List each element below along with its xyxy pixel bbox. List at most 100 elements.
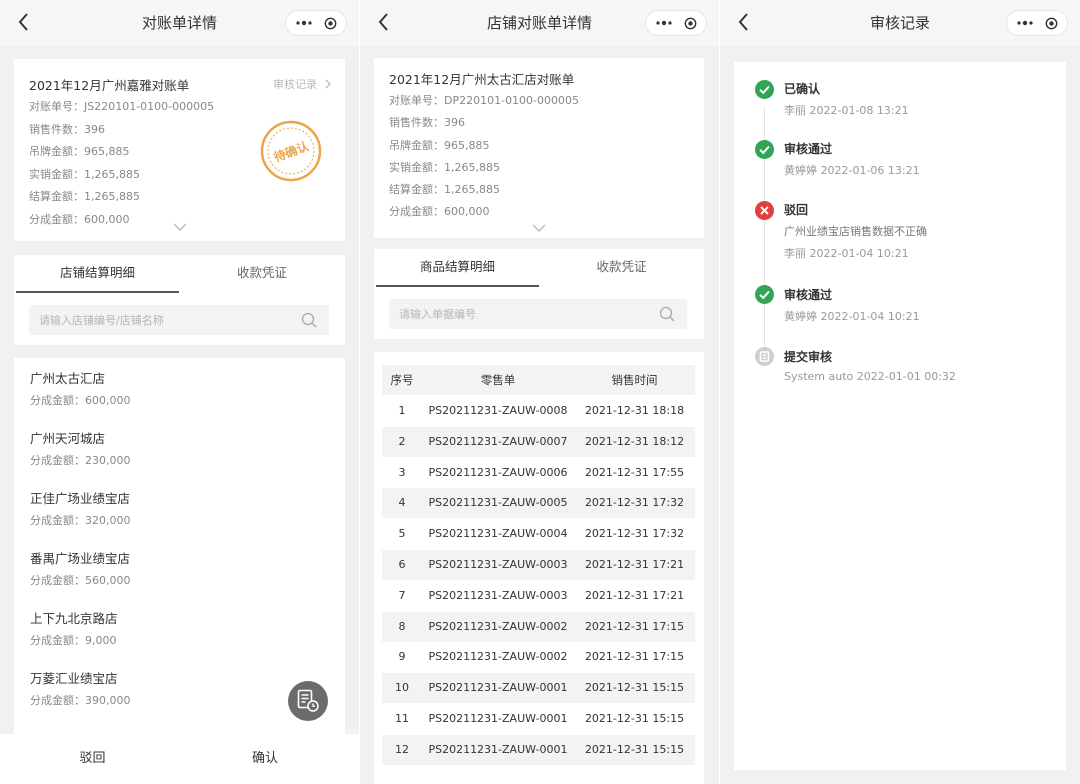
record-meta: System auto 2022-01-01 00:32 (784, 370, 956, 383)
store-name: 上下九北京路店 (30, 611, 118, 626)
table-row[interactable]: 11 PS20211231-ZAUW-0001 2021-12-31 15:15 (382, 704, 695, 734)
close-target-icon[interactable] (684, 17, 697, 30)
tab-receipt-voucher[interactable]: 收款凭证 (539, 249, 704, 287)
cell-sales-time: 2021-12-31 15:15 (584, 712, 685, 725)
table-header-row: 序号 零售单 销售时间 (382, 365, 695, 395)
table-row[interactable]: 7 PS20211231-ZAUW-0003 2021-12-31 17:21 (382, 581, 695, 611)
cell-index: 7 (398, 589, 406, 602)
table-row[interactable]: 2 PS20211231-ZAUW-0007 2021-12-31 18:12 (382, 427, 695, 457)
close-target-icon[interactable] (324, 17, 337, 30)
cell-sales-time: 2021-12-31 17:15 (584, 650, 685, 663)
tab-receipt-voucher[interactable]: 收款凭证 (179, 255, 345, 293)
cell-sales-time: 2021-12-31 18:12 (584, 435, 685, 448)
page-title: 对账单详情 (141, 14, 217, 32)
table-row[interactable]: 4 PS20211231-ZAUW-0005 2021-12-31 17:32 (382, 488, 695, 518)
record-meta: 李丽 2022-01-04 10:21 (784, 247, 909, 260)
check-circle-icon (755, 285, 774, 304)
tag-amount: 吊牌金额：965,885 (389, 139, 490, 152)
record-title: 审核通过 (784, 142, 833, 156)
search-placeholder: 请输入单据编号 (399, 308, 476, 321)
mini-program-capsule (1006, 10, 1068, 36)
cell-index: 10 (395, 681, 409, 694)
record-meta: 黄婷婷 2022-01-06 13:21 (784, 164, 920, 177)
table-row[interactable]: 9 PS20211231-ZAUW-0002 2021-12-31 17:15 (382, 642, 695, 672)
cell-sales-time: 2021-12-31 18:18 (584, 404, 685, 417)
store-share-amount: 分成金额：320,000 (30, 514, 131, 527)
search-icon[interactable] (659, 306, 675, 322)
cell-retail-order: PS20211231-ZAUW-0003 (428, 589, 568, 602)
store-name: 广州太古汇店 (30, 371, 106, 386)
close-target-icon[interactable] (1045, 17, 1058, 30)
store-share-amount: 分成金额：560,000 (30, 574, 131, 587)
statement-title: 2021年12月广州嘉雅对账单 (29, 78, 190, 93)
search-placeholder: 请输入店铺编号/店铺名称 (39, 314, 164, 327)
store-search-input[interactable]: 请输入店铺编号/店铺名称 (29, 305, 329, 335)
actual-sales-amount: 实销金额：1,265,885 (389, 161, 500, 174)
reject-button[interactable]: 驳回 (0, 734, 185, 784)
table-row[interactable]: 1 PS20211231-ZAUW-0008 2021-12-31 18:18 (382, 396, 695, 426)
tab-store-settlement[interactable]: 店铺结算明细 (16, 255, 179, 293)
table-row[interactable]: 8 PS20211231-ZAUW-0002 2021-12-31 17:15 (382, 612, 695, 642)
cell-retail-order: PS20211231-ZAUW-0001 (428, 743, 568, 756)
more-icon[interactable] (295, 19, 313, 27)
audit-record-link[interactable]: 审核记录 (273, 76, 332, 92)
search-area: 请输入单据编号 (374, 287, 704, 339)
confirm-button[interactable]: 确认 (185, 734, 345, 784)
floating-document-button[interactable] (288, 681, 328, 721)
col-header-index: 序号 (390, 373, 414, 387)
cell-index: 2 (398, 435, 406, 448)
cell-index: 9 (398, 650, 406, 663)
cell-retail-order: PS20211231-ZAUW-0005 (428, 496, 568, 509)
search-icon[interactable] (301, 312, 317, 328)
record-title: 提交审核 (784, 350, 833, 364)
expand-chevron-icon[interactable] (173, 223, 187, 231)
table-row[interactable]: 5 PS20211231-ZAUW-0004 2021-12-31 17:32 (382, 519, 695, 549)
check-circle-icon (755, 80, 774, 99)
store-name: 万菱汇业绩宝店 (30, 671, 118, 686)
cell-retail-order: PS20211231-ZAUW-0001 (428, 712, 568, 725)
cell-index: 8 (398, 620, 406, 633)
mini-program-capsule (285, 10, 347, 36)
record-meta: 李丽 2022-01-08 13:21 (784, 104, 909, 117)
store-statement-summary-card: 2021年12月广州太古汇店对账单 对账单号：DP220101-0100-000… (374, 58, 704, 238)
sales-qty: 销售件数：396 (29, 123, 105, 136)
submit-circle-icon (755, 347, 774, 366)
store-name: 番禺广场业绩宝店 (30, 551, 131, 566)
table-row[interactable]: 12 PS20211231-ZAUW-0001 2021-12-31 15:15 (382, 735, 695, 765)
expand-chevron-icon[interactable] (532, 224, 546, 232)
back-arrow-icon[interactable] (16, 12, 32, 32)
tab-product-settlement[interactable]: 商品结算明细 (376, 249, 539, 287)
cell-sales-time: 2021-12-31 17:15 (584, 620, 685, 633)
cell-sales-time: 2021-12-31 15:15 (584, 743, 685, 756)
col-header-retail-order: 零售单 (480, 373, 516, 387)
store-share-amount: 分成金额：390,000 (30, 694, 131, 707)
more-icon[interactable] (1016, 19, 1034, 27)
table-row[interactable]: 10 PS20211231-ZAUW-0001 2021-12-31 15:15 (382, 673, 695, 703)
cell-retail-order: PS20211231-ZAUW-0008 (428, 404, 568, 417)
table-row[interactable]: 3 PS20211231-ZAUW-0006 2021-12-31 17:55 (382, 458, 695, 488)
reject-circle-icon (755, 201, 774, 220)
back-arrow-icon[interactable] (376, 12, 392, 32)
statement-summary-card: 2021年12月广州嘉雅对账单 审核记录 对账单号：JS220101-0100-… (14, 59, 345, 241)
store-share-amount: 分成金额：600,000 (30, 394, 131, 407)
nav-bar: 审核记录 (720, 0, 1080, 46)
table-row[interactable]: 6 PS20211231-ZAUW-0003 2021-12-31 17:21 (382, 550, 695, 580)
tab-bar: 商品结算明细 收款凭证 (374, 249, 704, 287)
cell-index: 4 (398, 496, 406, 509)
cell-retail-order: PS20211231-ZAUW-0001 (428, 681, 568, 694)
cell-sales-time: 2021-12-31 15:15 (584, 681, 685, 694)
record-title: 审核通过 (784, 288, 833, 302)
share-amount: 分成金额：600,000 (389, 205, 490, 218)
store-share-amount: 分成金额：230,000 (30, 454, 131, 467)
statement-detail-screen: 对账单详情 2021年12月广州嘉雅对账单 审核记录 对账单号：JS220101… (0, 0, 359, 784)
statement-no: 对账单号：DP220101-0100-000005 (389, 94, 580, 107)
back-arrow-icon[interactable] (736, 12, 752, 32)
document-search-input[interactable]: 请输入单据编号 (389, 299, 687, 329)
statement-title: 2021年12月广州太古汇店对账单 (389, 72, 575, 87)
cell-retail-order: PS20211231-ZAUW-0002 (428, 650, 568, 663)
cell-retail-order: PS20211231-ZAUW-0007 (428, 435, 568, 448)
cell-index: 12 (395, 743, 409, 756)
cell-sales-time: 2021-12-31 17:32 (584, 496, 685, 509)
stamp-text: 待确认 (272, 138, 312, 165)
more-icon[interactable] (655, 19, 673, 27)
